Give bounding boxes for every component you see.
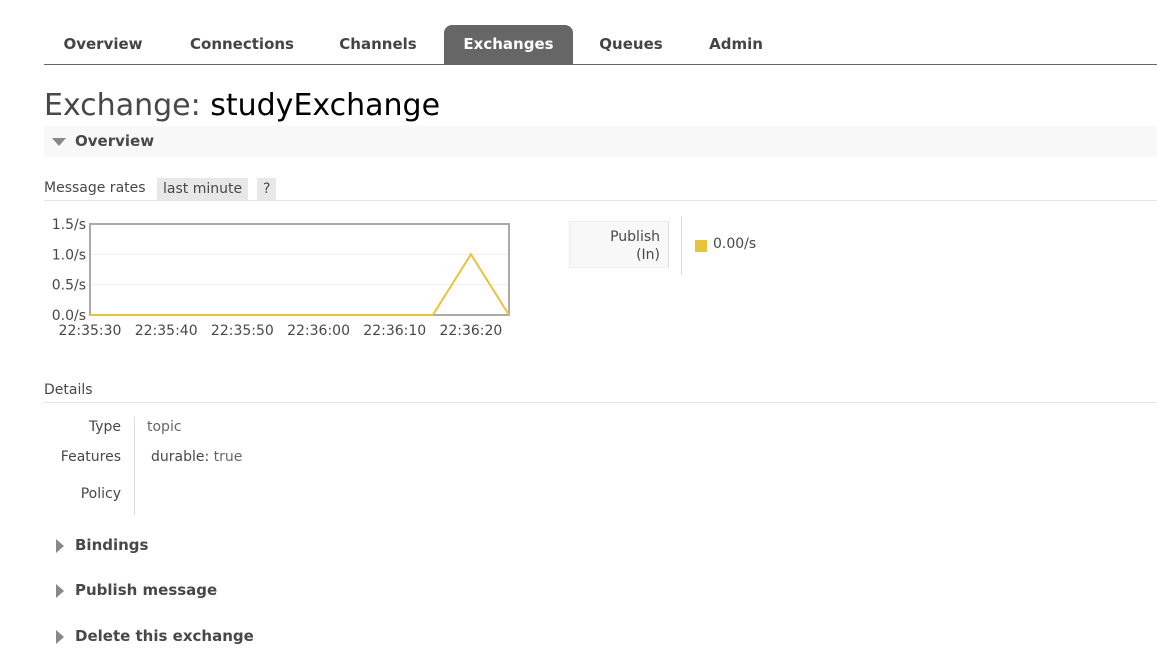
- y-tick-label: 1.5/s: [52, 217, 86, 233]
- x-tick-label: 22:35:50: [211, 323, 274, 339]
- y-tick-label: 0.5/s: [52, 278, 86, 294]
- y-tick-label: 0.0/s: [52, 308, 86, 324]
- legend-swatch: [695, 240, 707, 252]
- x-tick-label: 22:35:40: [135, 323, 198, 339]
- legend-divider: [681, 216, 682, 275]
- chevron-right-icon: [56, 584, 64, 598]
- x-tick-label: 22:35:30: [59, 323, 122, 339]
- features-label: Features: [60, 449, 121, 465]
- feature-key: durable:: [151, 449, 210, 465]
- feature-value: true: [213, 449, 243, 465]
- publish-message-label: Publish message: [75, 581, 218, 599]
- y-tick-label: 1.0/s: [52, 247, 86, 263]
- legend-key-line1: Publish: [610, 229, 660, 245]
- policy-label: Policy: [80, 486, 121, 502]
- x-tick-label: 22:36:00: [287, 323, 350, 339]
- x-tick-label: 22:36:10: [363, 323, 426, 339]
- legend-key-publish-in: Publish (In): [569, 221, 669, 268]
- bindings-label: Bindings: [75, 536, 149, 554]
- details-divider: [134, 417, 135, 515]
- x-tick-label: 22:36:20: [439, 323, 502, 339]
- delete-exchange-label: Delete this exchange: [75, 627, 254, 645]
- features-value: durable: true: [151, 449, 242, 465]
- legend-key-line2: (In): [636, 247, 660, 263]
- details-heading: Details: [44, 382, 93, 398]
- type-value: topic: [147, 419, 182, 435]
- legend-rate-value: 0.00/s: [713, 236, 757, 252]
- details-heading-bar: Details: [44, 380, 1157, 403]
- chevron-right-icon: [56, 539, 64, 553]
- chart-frame: [89, 223, 510, 316]
- message-rates-chart: 0.0/s 0.5/s 1.0/s 1.5/s 22:35:30 22:35:40 22:…: [52, 217, 510, 339]
- chevron-right-icon: [56, 630, 64, 644]
- type-label: Type: [88, 419, 121, 435]
